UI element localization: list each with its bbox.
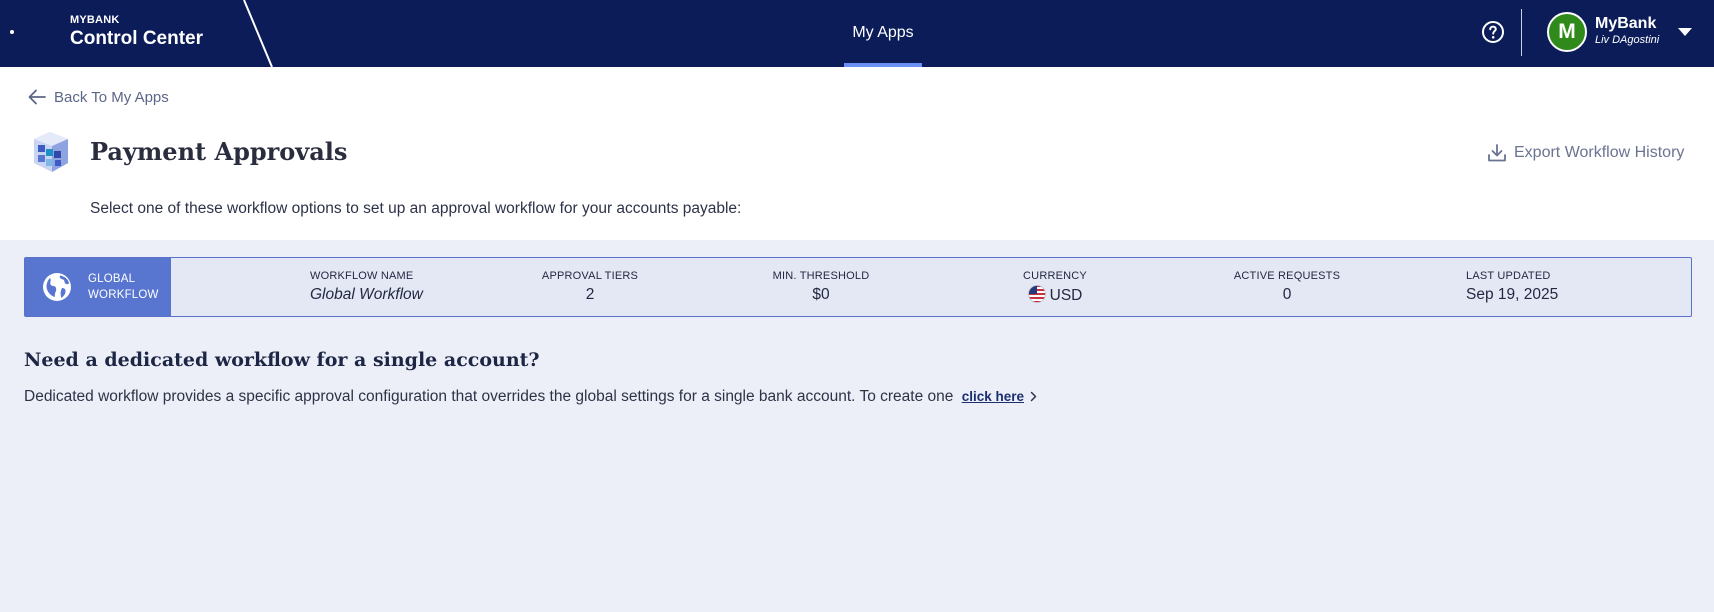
back-to-my-apps-link[interactable]: Back To My Apps [28,87,169,107]
global-workflow-badge-label: GLOBAL WORKFLOW [88,271,159,303]
active-requests-value: 0 [1282,286,1292,303]
tab-my-apps[interactable]: My Apps [844,0,922,67]
workflow-name-header: WORKFLOW NAME [310,270,414,282]
dedicated-workflow-text: Dedicated workflow provides a specific a… [24,388,954,405]
us-flag-icon [1027,285,1046,303]
header-divider [1521,9,1522,56]
page-header-panel: Back To My Apps Payment Approvals Export… [0,67,1714,240]
globe-icon [43,273,71,301]
back-link-label: Back To My Apps [54,88,169,106]
export-button-label: Export Workflow History [1514,144,1685,161]
chevron-right-icon[interactable] [1030,391,1037,402]
dedicated-workflow-heading: Need a dedicated workflow for a single a… [24,349,540,371]
approval-tiers-value: 2 [585,286,595,303]
global-workflow-badge: GLOBAL WORKFLOW [25,258,171,316]
currency-header: CURRENCY [1023,270,1087,282]
click-here-link[interactable]: click here [962,389,1024,404]
last-updated-column: LAST UPDATED Sep 19, 2025 [1466,269,1558,305]
global-workflow-card[interactable]: GLOBAL WORKFLOW WORKFLOW NAME Global Wor… [24,257,1692,317]
brand-title: Control Center [70,28,203,49]
approval-tiers-header: APPROVAL TIERS [541,270,639,282]
arrow-left-icon [28,89,46,105]
help-icon[interactable] [1481,20,1505,44]
badge-line-1: GLOBAL [88,273,136,285]
active-requests-header: ACTIVE REQUESTS [1233,270,1341,282]
brand-logo[interactable]: MYBANK Control Center [70,14,203,51]
account-user-name[interactable]: Liv DAgostini [1595,33,1663,47]
payment-approvals-app-icon [34,132,68,172]
currency-column: CURRENCY USD [1010,269,1100,306]
active-requests-column: ACTIVE REQUESTS 0 [1225,269,1349,305]
approval-tiers-column: APPROVAL TIERS 2 [540,269,640,305]
page-title: Payment Approvals [90,137,348,166]
brand-divider-slash [243,0,273,67]
workflow-name-column: WORKFLOW NAME Global Workflow [310,269,423,305]
export-workflow-history-button[interactable]: Export Workflow History [1487,142,1684,164]
min-threshold-header: MIN. THRESHOLD [772,270,870,282]
workflow-name-value: Global Workflow [310,286,423,303]
currency-value: USD [1049,287,1083,304]
avatar[interactable]: M [1547,12,1587,52]
dedicated-workflow-description: Dedicated workflow provides a specific a… [24,387,1037,407]
min-threshold-value: $0 [812,286,830,303]
tab-my-apps-label: My Apps [852,24,914,41]
last-updated-header: LAST UPDATED [1466,270,1551,282]
min-threshold-column: MIN. THRESHOLD $0 [771,269,871,305]
badge-line-2: WORKFLOW [88,289,159,301]
brand-small-text: MYBANK [70,14,120,26]
account-name[interactable]: MyBank [1595,15,1656,33]
download-icon [1488,144,1506,162]
chevron-down-icon[interactable] [1678,28,1692,36]
menu-dot-icon[interactable] [10,30,14,34]
currency-value-wrap: USD [1010,285,1100,306]
instructions-text: Select one of these workflow options to … [90,200,742,217]
top-navigation-bar: MYBANK Control Center My Apps M MyBank L… [0,0,1714,67]
last-updated-value: Sep 19, 2025 [1466,286,1559,303]
